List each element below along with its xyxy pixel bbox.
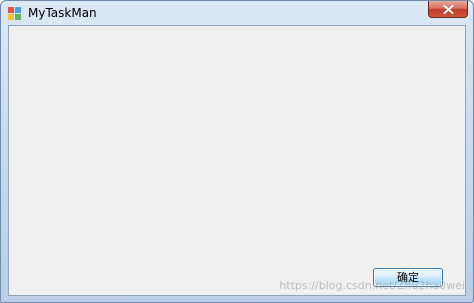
app-window: MyTaskMan 确定 https://blog.csdn.net/Zhu2h… bbox=[0, 0, 474, 303]
window-title: MyTaskMan bbox=[28, 6, 97, 20]
close-button[interactable] bbox=[428, 1, 468, 18]
application-icon[interactable] bbox=[7, 5, 23, 21]
title-bar[interactable]: MyTaskMan bbox=[1, 1, 473, 25]
dialog-client-area: 确定 bbox=[8, 25, 466, 296]
close-icon bbox=[443, 4, 454, 14]
watermark-text: https://blog.csdn.net/Zhu2ha0wei bbox=[279, 279, 465, 292]
